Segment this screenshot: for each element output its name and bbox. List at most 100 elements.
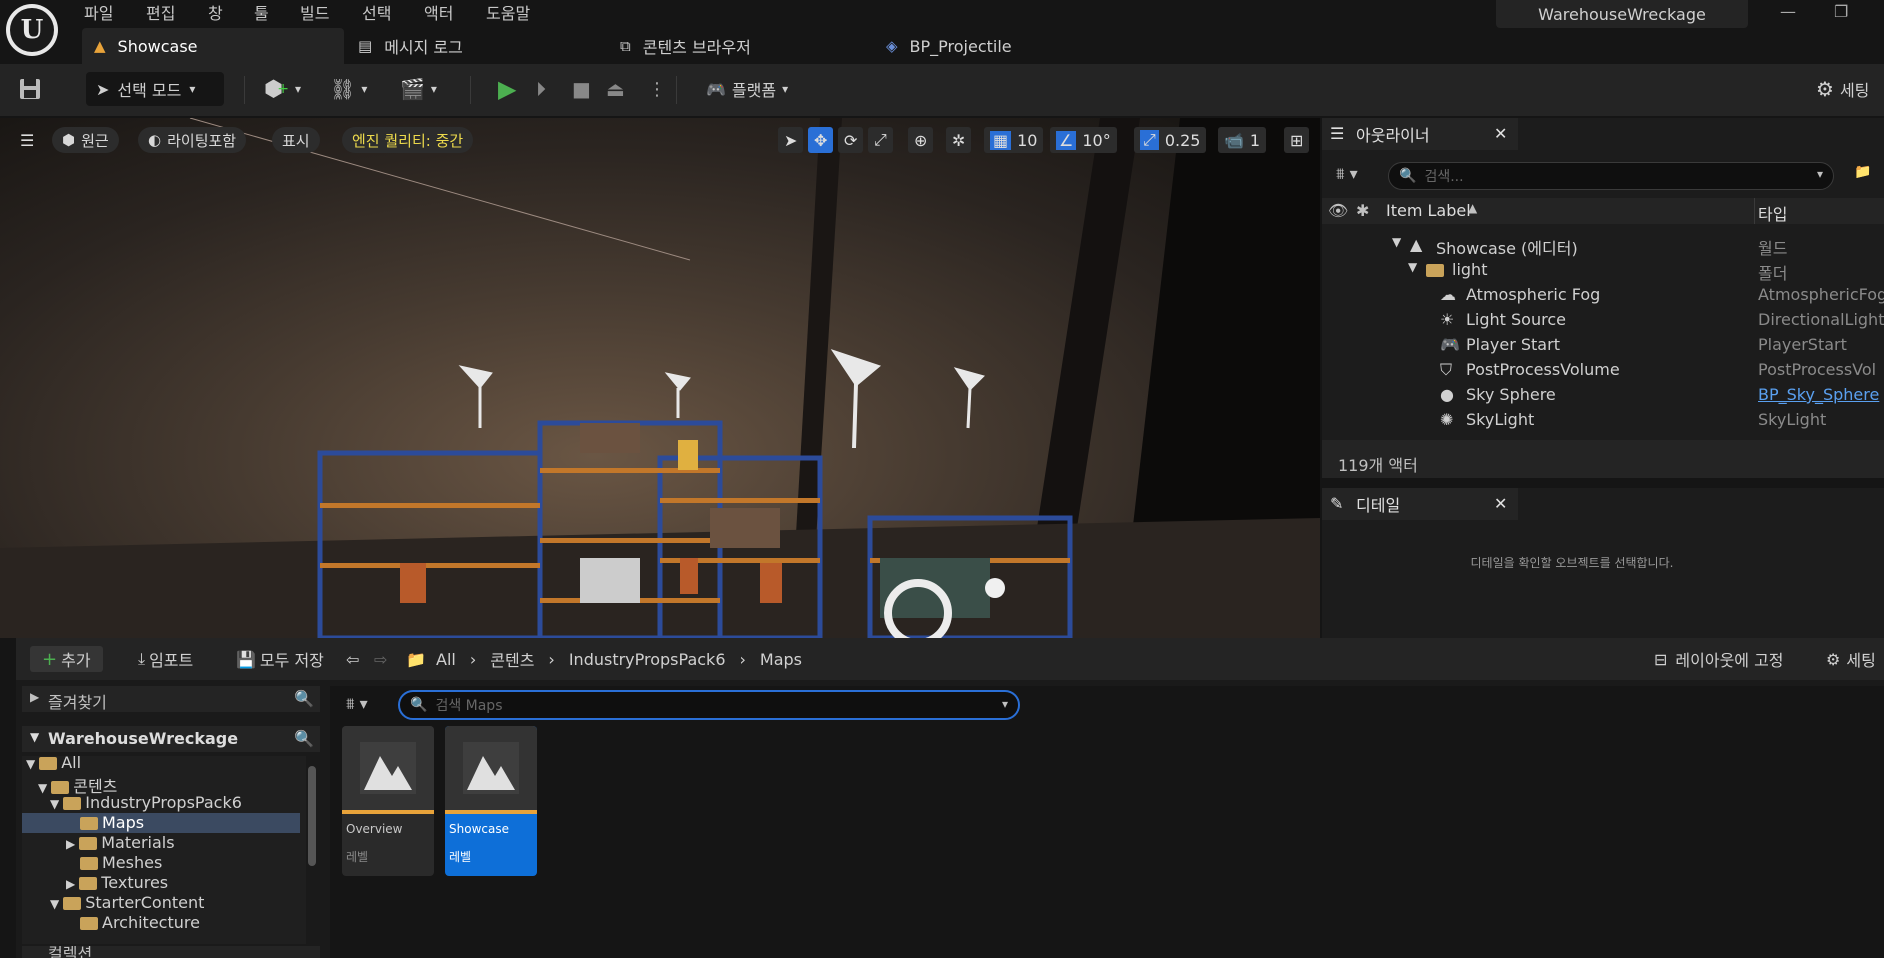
close-icon[interactable]: ✕ — [1494, 124, 1507, 143]
col-item-label[interactable]: Item Label — [1386, 201, 1471, 220]
platforms-dropdown[interactable]: 🎮 플랫폼 ▾ — [706, 72, 788, 106]
tree-item[interactable]: ▶ Materials — [66, 833, 306, 853]
tree-item[interactable]: Meshes — [80, 853, 306, 873]
breadcrumb-item[interactable]: Maps — [760, 650, 802, 669]
asset-search[interactable]: 🔍 검색 Maps ▾ — [398, 690, 1020, 720]
blueprint-button[interactable]: ⛓ ▾ — [330, 72, 367, 106]
menu-window[interactable]: 창 — [208, 0, 223, 24]
add-folder-icon[interactable]: 📁 — [1854, 164, 1871, 180]
menu-select[interactable]: 선택 — [362, 0, 391, 24]
add-actor-button[interactable]: ⬢ + ▾ — [264, 72, 301, 106]
select-tool-icon[interactable]: ➤ — [778, 127, 804, 153]
tree-item[interactable]: ▼ 콘텐츠 — [38, 773, 306, 796]
breadcrumb-item[interactable]: IndustryPropsPack6 — [569, 650, 726, 669]
tree-scrollbar[interactable] — [308, 766, 316, 866]
cb-settings-button[interactable]: ⚙ 세팅 — [1826, 646, 1876, 672]
star-icon[interactable]: ✱ — [1356, 201, 1369, 220]
details-empty-message: 디테일을 확인할 오브젝트를 선택합니다. — [1470, 556, 1674, 570]
row-type-link[interactable]: BP_Sky_Sphere — [1758, 385, 1879, 404]
viewport-menu-icon[interactable]: ☰ — [14, 127, 40, 153]
step-icon[interactable]: ⏵ — [536, 72, 546, 106]
tree-item[interactable]: Architecture — [80, 913, 306, 933]
outliner-row[interactable]: ● Sky Sphere BP_Sky_Sphere — [1322, 382, 1884, 407]
save-icon[interactable] — [18, 72, 42, 106]
stop-icon[interactable]: ■ — [572, 72, 591, 106]
surface-snap-icon[interactable]: ✲ — [946, 127, 972, 153]
minimize-icon[interactable]: — — [1780, 2, 1796, 21]
scale-snap-toggle[interactable]: ⤢ 0.25 — [1134, 127, 1207, 153]
search-icon[interactable]: 🔍 — [294, 689, 314, 708]
tree-item-selected[interactable]: Maps — [22, 813, 300, 833]
outliner-row[interactable]: ▼ light 폴더 — [1322, 257, 1884, 283]
add-button[interactable]: + 추가 — [30, 646, 103, 672]
rotate-tool-icon[interactable]: ⟳ — [838, 127, 864, 153]
favorites-header[interactable]: ▶ 즐겨찾기 🔍 — [22, 686, 320, 712]
lock-layout-button[interactable]: ⊟ 레이아웃에 고정 — [1654, 646, 1784, 672]
save-all-button[interactable]: 💾 모두 저장 — [236, 646, 324, 672]
restore-icon[interactable]: ❐ — [1834, 2, 1848, 21]
tree-item[interactable]: ▼ StarterContent — [50, 893, 306, 913]
search-icon[interactable]: 🔍 — [294, 729, 314, 748]
outliner-row[interactable]: ▼ ▲ Showcase (에디터) 월드 — [1322, 232, 1884, 258]
unreal-logo-icon[interactable]: U — [6, 4, 58, 56]
tree-item[interactable]: ▼ All — [26, 756, 306, 773]
asset-tile-showcase[interactable]: Showcase 레벨 — [445, 726, 537, 876]
scalability-warning[interactable]: 엔진 퀄리티: 중간 — [342, 127, 474, 153]
outliner-row[interactable]: ☀ Light Source DirectionalLight — [1322, 307, 1884, 332]
tab-bp-projectile[interactable]: ◈ BP_Projectile — [874, 28, 1134, 64]
more-options-icon[interactable]: ⋮ — [648, 72, 666, 106]
perspective-button[interactable]: ⬢ 원근 — [52, 127, 119, 153]
outliner-row[interactable]: ✺ SkyLight SkyLight — [1322, 407, 1884, 432]
eye-icon[interactable]: 👁 — [1328, 201, 1348, 220]
forward-icon[interactable]: ⇨ — [374, 646, 387, 672]
tab-showcase[interactable]: ▲ Showcase — [82, 28, 344, 64]
cube-icon: ⬢ — [62, 131, 76, 149]
menu-tools[interactable]: 툴 — [254, 0, 269, 24]
outliner-row[interactable]: ☁ Atmospheric Fog AtmosphericFog — [1322, 282, 1884, 307]
outliner-search[interactable]: 🔍 검색... ▾ — [1388, 162, 1834, 190]
filter-icon[interactable]: ⩩ ▾ — [1336, 164, 1358, 184]
menu-actor[interactable]: 액터 — [424, 0, 453, 24]
log-icon: ▤ — [358, 37, 373, 55]
rotation-snap-toggle[interactable]: ∠ 10° — [1050, 127, 1117, 153]
tab-message-log[interactable]: ▤ 메시지 로그 — [346, 28, 606, 64]
layout-icon[interactable]: ⊞ — [1284, 127, 1310, 153]
level-viewport[interactable]: ☰ ⬢ 원근 ◐ 라이팅포함 표시 엔진 퀄리티: 중간 ➤ ✥ ⟳ ⤢ ⊕ ✲… — [0, 118, 1320, 638]
col-type[interactable]: 타입 — [1758, 201, 1787, 225]
breadcrumb-item[interactable]: 콘텐츠 — [490, 647, 534, 671]
close-icon[interactable]: ✕ — [1494, 494, 1507, 513]
tree-item[interactable]: ▼ IndustryPropsPack6 — [50, 793, 306, 813]
tree-item[interactable]: ▶ Textures — [66, 873, 306, 893]
collections-header[interactable]: 컬렉션 — [22, 946, 320, 958]
camera-speed-button[interactable]: 📹 1 — [1218, 127, 1267, 153]
world-space-icon[interactable]: ⊕ — [908, 127, 934, 153]
back-icon[interactable]: ⇦ — [346, 646, 359, 672]
row-label: Player Start — [1466, 335, 1560, 354]
folder-icon[interactable]: 📁 — [406, 646, 426, 672]
asset-tile-overview[interactable]: Overview 레벨 — [342, 726, 434, 876]
cinematics-button[interactable]: 🎬 ▾ — [400, 72, 437, 106]
menu-edit[interactable]: 편집 — [146, 0, 175, 24]
project-header[interactable]: ▼ WarehouseWreckage 🔍 — [22, 726, 320, 752]
eject-icon[interactable]: ⏏ — [606, 72, 625, 106]
outliner-row[interactable]: ⛉ PostProcessVolume PostProcessVol — [1322, 357, 1884, 382]
menu-file[interactable]: 파일 — [84, 0, 113, 24]
show-button[interactable]: 표시 — [272, 127, 320, 153]
import-button[interactable]: ⤓ 임포트 — [138, 646, 193, 672]
select-mode-dropdown[interactable]: ➤ 선택 모드 ▾ — [86, 72, 224, 106]
details-tab[interactable]: ✎ 디테일 ✕ — [1322, 488, 1518, 520]
menu-help[interactable]: 도움말 — [486, 0, 530, 24]
scale-tool-icon[interactable]: ⤢ — [868, 127, 893, 153]
grid-snap-toggle[interactable]: ▦ 10 — [984, 127, 1044, 153]
outliner-row[interactable]: 🎮 Player Start PlayerStart — [1322, 332, 1884, 357]
filter-icon[interactable]: ⩩ ▾ — [346, 694, 368, 714]
move-tool-icon[interactable]: ✥ — [808, 127, 834, 153]
breadcrumb-item[interactable]: All — [436, 650, 456, 669]
settings-button[interactable]: ⚙ 세팅 — [1816, 72, 1869, 106]
tab-content-browser[interactable]: ⧉ 콘텐츠 브라우저 — [608, 28, 868, 64]
outliner-tab[interactable]: ☰ 아웃라이너 ✕ — [1322, 118, 1518, 150]
lighting-mode-button[interactable]: ◐ 라이팅포함 — [138, 127, 247, 153]
tab-label: BP_Projectile — [909, 36, 1012, 56]
play-icon[interactable]: ▶ — [498, 72, 516, 106]
menu-build[interactable]: 빌드 — [300, 0, 329, 24]
